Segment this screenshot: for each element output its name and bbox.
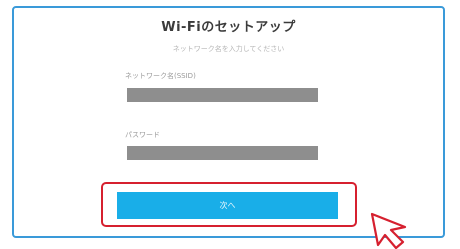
- password-input[interactable]: [127, 146, 318, 160]
- next-button[interactable]: 次へ: [117, 192, 338, 219]
- mouse-pointer-icon: [370, 212, 407, 249]
- network-name-label: ネットワーク名(SSID): [125, 72, 196, 80]
- setup-screen: Wi-Fiのセットアップ ネットワーク名を入力してください ネットワーク名(SS…: [0, 0, 460, 249]
- network-name-input[interactable]: [127, 88, 318, 102]
- page-subtitle: ネットワーク名を入力してください: [172, 45, 285, 53]
- page-title: Wi-Fiのセットアップ: [161, 20, 296, 35]
- password-label: パスワード: [125, 131, 160, 139]
